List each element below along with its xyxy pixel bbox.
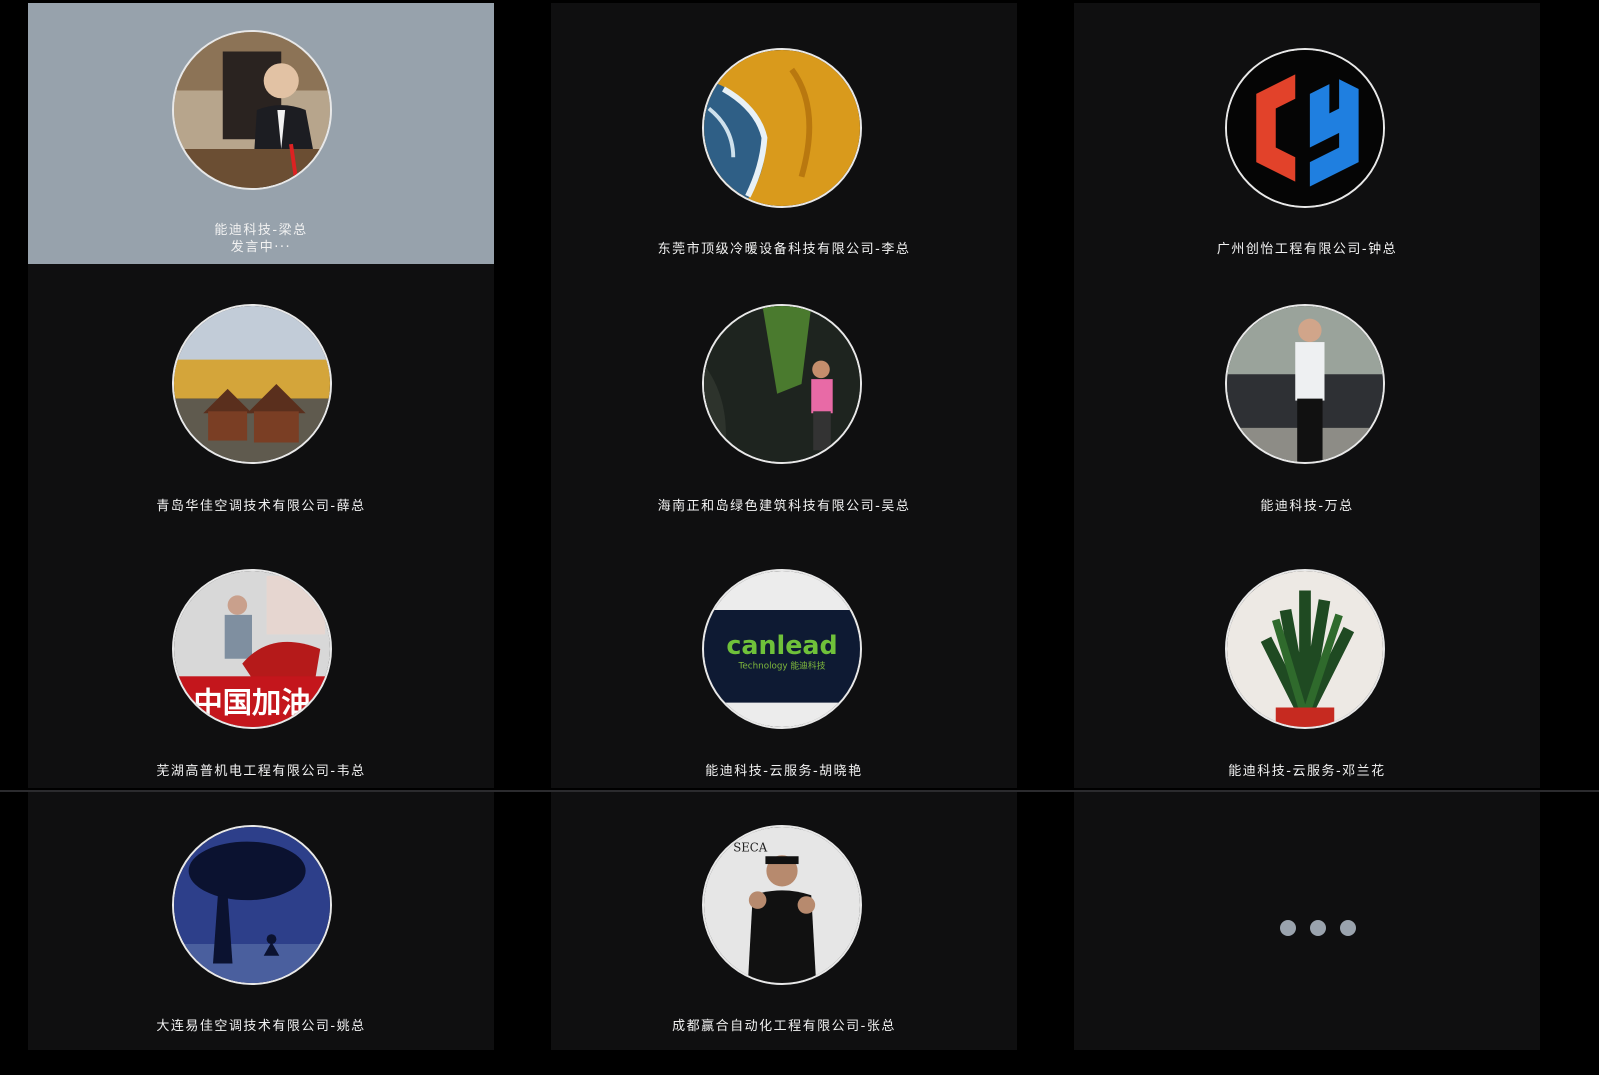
dot (1310, 920, 1326, 936)
cy-logo-icon (1227, 50, 1383, 206)
avatar: 中国加油 (172, 569, 332, 729)
man-with-bull-statue-photo-icon: 中国加油 (174, 571, 330, 727)
canyon-hiker-photo-icon (704, 306, 860, 462)
avatar-text: canlead (726, 630, 837, 660)
dot (1340, 920, 1356, 936)
video-conference-grid: 能迪科技-梁总 发言中··· 东莞市顶级冷暖设备科技有限公司-李总 广州创怡工程… (0, 0, 1599, 1075)
participant-tile[interactable]: 中国加油 芜湖高普机电工程有限公司-韦总 (28, 526, 494, 788)
participant-tile[interactable]: canlead Technology 能迪科技 能迪科技-云服务-胡晓艳 (551, 526, 1017, 788)
participant-tile[interactable]: 海南正和岛绿色建筑科技有限公司-吴总 (551, 264, 1017, 526)
participant-name: 大连易佳空调技术有限公司-姚总 (156, 1019, 366, 1034)
participant-tile[interactable]: 能迪科技-万总 (1074, 264, 1540, 526)
avatar (172, 30, 332, 190)
avatar: canlead Technology 能迪科技 (702, 569, 862, 729)
canlead-logo-icon: canlead Technology 能迪科技 (704, 571, 860, 727)
man-by-car-photo-icon (1227, 306, 1383, 462)
more-dots-icon[interactable] (1280, 920, 1356, 936)
participant-tile[interactable]: 青岛华佳空调技术有限公司-薛总 (28, 264, 494, 526)
more-participants-tile[interactable] (1074, 792, 1540, 1050)
avatar (172, 304, 332, 464)
participant-tile[interactable]: SECA 成都赢合自动化工程有限公司-张总 (551, 792, 1017, 1050)
participant-name: 能迪科技-万总 (1260, 499, 1354, 514)
participant-name: 能迪科技-云服务-胡晓艳 (705, 764, 863, 779)
avatar (702, 48, 862, 208)
avatar-text: 中国加油 (194, 685, 311, 719)
potted-plant-photo-icon (1227, 571, 1383, 727)
participant-name: 成都赢合自动化工程有限公司-张总 (672, 1019, 896, 1034)
avatar (172, 825, 332, 985)
participant-name: 青岛华佳空调技术有限公司-薛总 (156, 499, 366, 514)
participant-name: 广州创怡工程有限公司-钟总 (1216, 242, 1398, 257)
avatar-text: SECA (733, 840, 767, 854)
tree-meditation-illustration-icon (174, 827, 330, 983)
avatar (1225, 569, 1385, 729)
participant-tile[interactable]: 大连易佳空调技术有限公司-姚总 (28, 792, 494, 1050)
speaking-status: 发言中··· (230, 240, 292, 255)
participant-name: 芜湖高普机电工程有限公司-韦总 (156, 764, 366, 779)
avatar: SECA (702, 825, 862, 985)
avatar (702, 304, 862, 464)
dot (1280, 920, 1296, 936)
participant-tile[interactable]: 东莞市顶级冷暖设备科技有限公司-李总 (551, 3, 1017, 264)
beach-waves-photo-icon (704, 50, 860, 206)
participant-tile[interactable]: 广州创怡工程有限公司-钟总 (1074, 3, 1540, 264)
athlete-photo-icon: SECA (704, 827, 860, 983)
participant-tile[interactable]: 能迪科技-梁总 发言中··· (28, 3, 494, 264)
participant-name: 海南正和岛绿色建筑科技有限公司-吴总 (657, 499, 911, 514)
avatar-subtext: Technology 能迪科技 (738, 660, 826, 672)
avatar (1225, 48, 1385, 208)
person-in-suit-photo-icon (174, 32, 330, 188)
participant-name: 东莞市顶级冷暖设备科技有限公司-李总 (657, 242, 911, 257)
avatar (1225, 304, 1385, 464)
wooden-houses-photo-icon (174, 306, 330, 462)
participant-name: 能迪科技-云服务-邓兰花 (1228, 764, 1386, 779)
participant-tile[interactable]: 能迪科技-云服务-邓兰花 (1074, 526, 1540, 788)
